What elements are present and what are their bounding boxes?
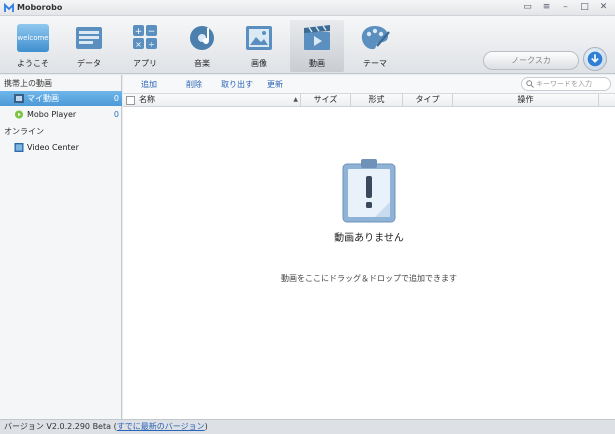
download-button[interactable] <box>583 47 607 71</box>
video-center-icon <box>14 143 24 152</box>
empty-state-title: 動画ありません <box>334 233 404 244</box>
column-name[interactable]: 名称 ▲ <box>137 94 301 107</box>
sidebar-item-count: 0 <box>113 94 119 103</box>
theme-icon <box>361 26 390 50</box>
tab-apps-label: アプリ <box>133 59 157 68</box>
export-button[interactable]: 取り出す <box>221 79 253 90</box>
app-title: Moborobo <box>17 3 63 12</box>
sidebar-item-mobo-player[interactable]: Mobo Player 0 <box>0 107 122 122</box>
tab-theme-label: テーマ <box>363 59 387 68</box>
empty-state-hint: 動画をここにドラッグ＆ドロップで追加できます <box>281 274 457 283</box>
video-icon <box>304 25 330 50</box>
tab-welcome[interactable]: welcome ようこそ <box>6 20 60 72</box>
svg-text:−: − <box>148 27 156 37</box>
minimize-icon[interactable]: – <box>560 2 571 13</box>
tab-video-label: 動画 <box>309 59 325 68</box>
sidebar-item-label: マイ動画 <box>27 94 59 103</box>
select-all-checkbox[interactable] <box>126 96 135 105</box>
sidebar-item-video-center[interactable]: Video Center <box>0 140 122 155</box>
column-size[interactable]: サイズ <box>301 94 351 107</box>
tab-theme[interactable]: テーマ <box>348 20 402 72</box>
tab-music-label: 音楽 <box>194 59 210 68</box>
tab-images[interactable]: 画像 <box>232 20 286 72</box>
sidebar-section-device: 携帯上の動画 <box>4 79 52 88</box>
menu-icon[interactable]: ≡ <box>541 2 552 13</box>
column-type[interactable]: タイプ <box>403 94 453 107</box>
status-bar: バージョン V2.0.2.290 Beta (すでに最新のバージョン) <box>0 419 615 434</box>
window-controls: ▭ ≡ – □ ✕ <box>522 2 609 13</box>
main-toolbar: welcome ようこそ データ + − × ÷ アプリ 音楽 画像 動画 テー… <box>0 16 615 74</box>
welcome-icon: welcome <box>17 24 49 52</box>
feedback-icon[interactable]: ▭ <box>522 2 533 13</box>
apps-icon: + − × ÷ <box>133 25 157 49</box>
svg-text:+: + <box>135 27 143 37</box>
search-placeholder: キーワードを入力 <box>536 80 592 88</box>
maximize-icon[interactable]: □ <box>579 2 590 13</box>
version-text: バージョン V2.0.2.290 Beta <box>4 422 112 431</box>
tab-apps[interactable]: + − × ÷ アプリ <box>118 20 172 72</box>
tab-welcome-label: ようこそ <box>17 59 49 68</box>
svg-text:×: × <box>135 40 142 49</box>
column-name-label: 名称 <box>139 95 155 104</box>
title-bar: Moborobo ▭ ≡ – □ ✕ <box>0 0 615 16</box>
svg-text:÷: ÷ <box>148 40 155 49</box>
keyword-search-input[interactable]: キーワードを入力 <box>521 77 611 91</box>
data-icon <box>76 27 102 49</box>
main-panel: 追加 削除 取り出す 更新 キーワードを入力 名称 ▲ サイズ 形式 タイプ 操… <box>123 75 615 419</box>
sidebar-section-online: オンライン <box>4 127 44 136</box>
welcome-badge-text: welcome <box>17 34 49 42</box>
delete-button[interactable]: 削除 <box>186 79 202 90</box>
sidebar-item-count: 0 <box>113 110 119 119</box>
sidebar-item-label: Video Center <box>27 143 79 152</box>
add-button[interactable]: 追加 <box>141 79 157 90</box>
moborobo-logo-icon <box>4 3 14 12</box>
close-icon[interactable]: ✕ <box>598 2 609 13</box>
tab-data[interactable]: データ <box>62 20 116 72</box>
tab-video[interactable]: 動画 <box>290 20 344 72</box>
column-format[interactable]: 形式 <box>351 94 403 107</box>
action-bar: 追加 削除 取り出す 更新 キーワードを入力 <box>123 75 615 93</box>
sort-icon: ▲ <box>293 96 298 103</box>
sidebar-item-label: Mobo Player <box>27 110 77 119</box>
play-circle-icon <box>14 110 24 119</box>
search-icon <box>526 80 534 88</box>
paren-close: ) <box>204 422 208 431</box>
music-icon <box>190 26 214 50</box>
tab-music[interactable]: 音楽 <box>175 20 229 72</box>
film-icon <box>14 94 24 103</box>
tab-images-label: 画像 <box>251 59 267 68</box>
column-actions[interactable]: 操作 <box>453 94 599 107</box>
sidebar: 携帯上の動画 マイ動画 0 Mobo Player 0 オンライン Video … <box>0 75 122 419</box>
empty-clipboard-icon <box>342 159 396 223</box>
refresh-button[interactable]: 更新 <box>267 79 283 90</box>
latest-version-link[interactable]: すでに最新のバージョン <box>117 422 205 431</box>
device-pill-button[interactable]: ノークスカ <box>483 51 579 70</box>
sidebar-item-my-videos[interactable]: マイ動画 0 <box>0 91 122 106</box>
tab-data-label: データ <box>77 59 101 68</box>
download-icon <box>587 51 603 67</box>
image-icon <box>246 26 272 50</box>
table-header: 名称 ▲ サイズ 形式 タイプ 操作 <box>123 93 615 107</box>
